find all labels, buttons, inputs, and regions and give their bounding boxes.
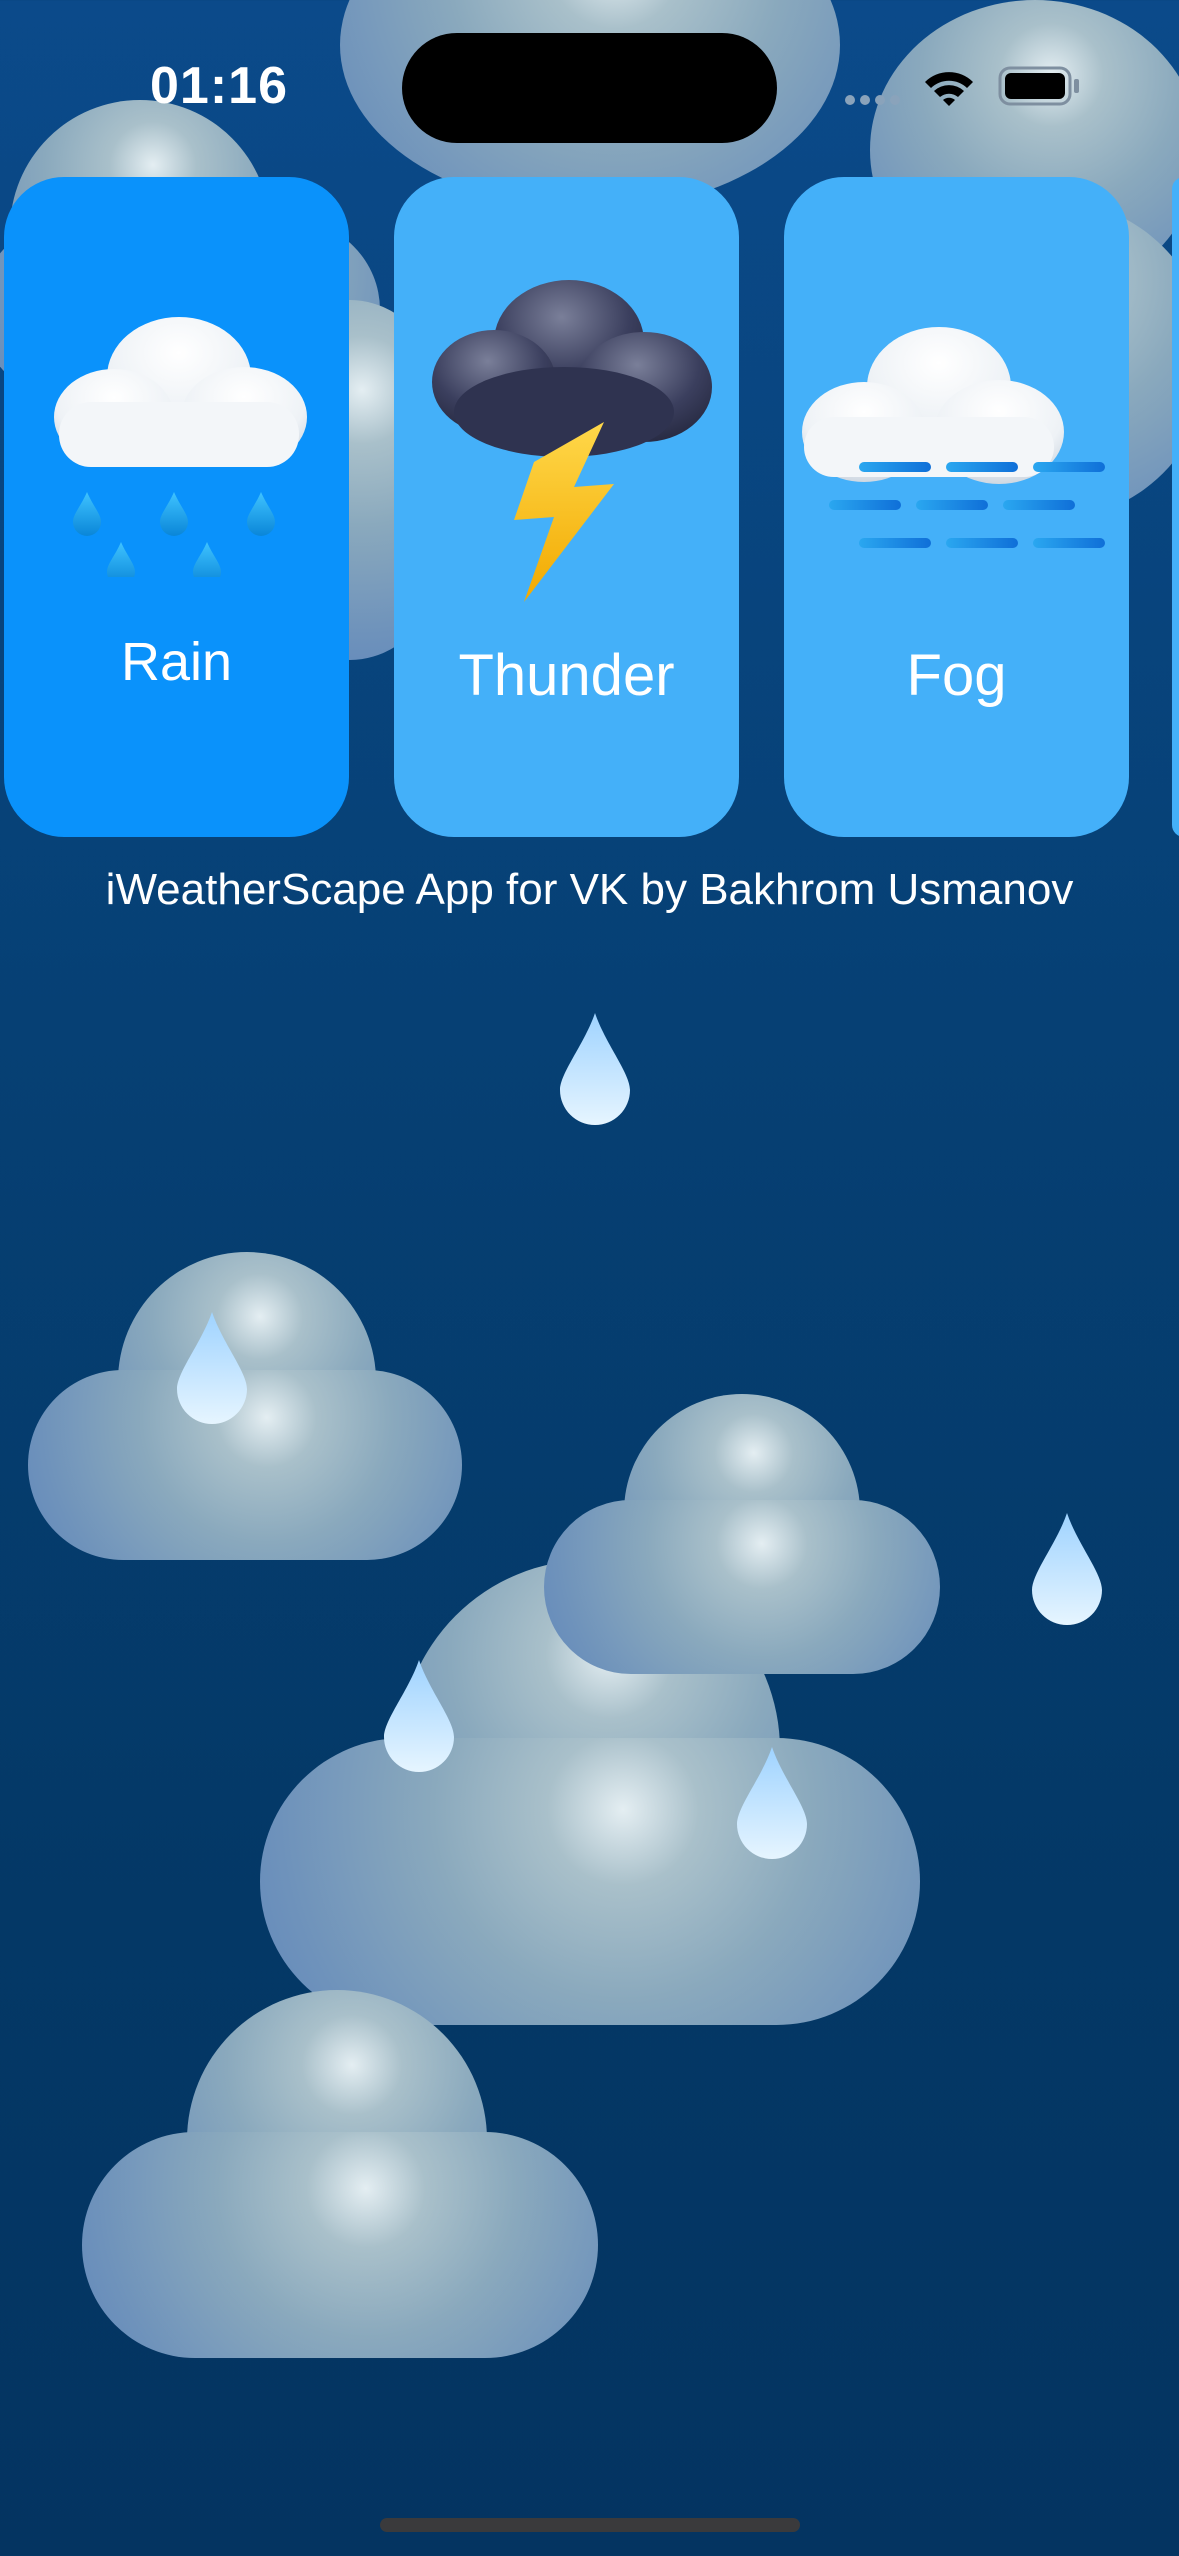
weather-card-fog[interactable]: Fog <box>784 177 1129 837</box>
dynamic-island <box>402 33 777 143</box>
thunder-cloud-icon <box>432 280 712 602</box>
weather-card-next[interactable] <box>1172 177 1179 837</box>
status-time: 01:16 <box>150 57 288 115</box>
cellular-signal-icon <box>845 95 900 105</box>
fog-cloud-icon <box>802 327 1105 548</box>
card-label: Thunder <box>458 643 675 708</box>
background-cloud <box>544 1394 940 1674</box>
raindrop <box>1032 1513 1102 1625</box>
raindrop <box>384 1660 454 1772</box>
app-caption: iWeatherScape App for VK by Bakhrom Usma… <box>105 865 1074 914</box>
raindrop <box>177 1312 247 1424</box>
card-label: Fog <box>906 643 1007 708</box>
raindrop <box>560 1013 630 1125</box>
weather-card-thunder[interactable]: Thunder <box>394 177 739 837</box>
weather-card-rain[interactable]: Rain <box>4 177 349 837</box>
rain-cloud-icon <box>54 317 307 577</box>
battery-icon <box>998 66 1079 106</box>
home-indicator[interactable] <box>380 2518 800 2532</box>
background-cloud <box>82 1990 598 2358</box>
wifi-icon <box>925 72 973 106</box>
card-label: Rain <box>120 632 233 692</box>
raindrop <box>737 1747 807 1859</box>
